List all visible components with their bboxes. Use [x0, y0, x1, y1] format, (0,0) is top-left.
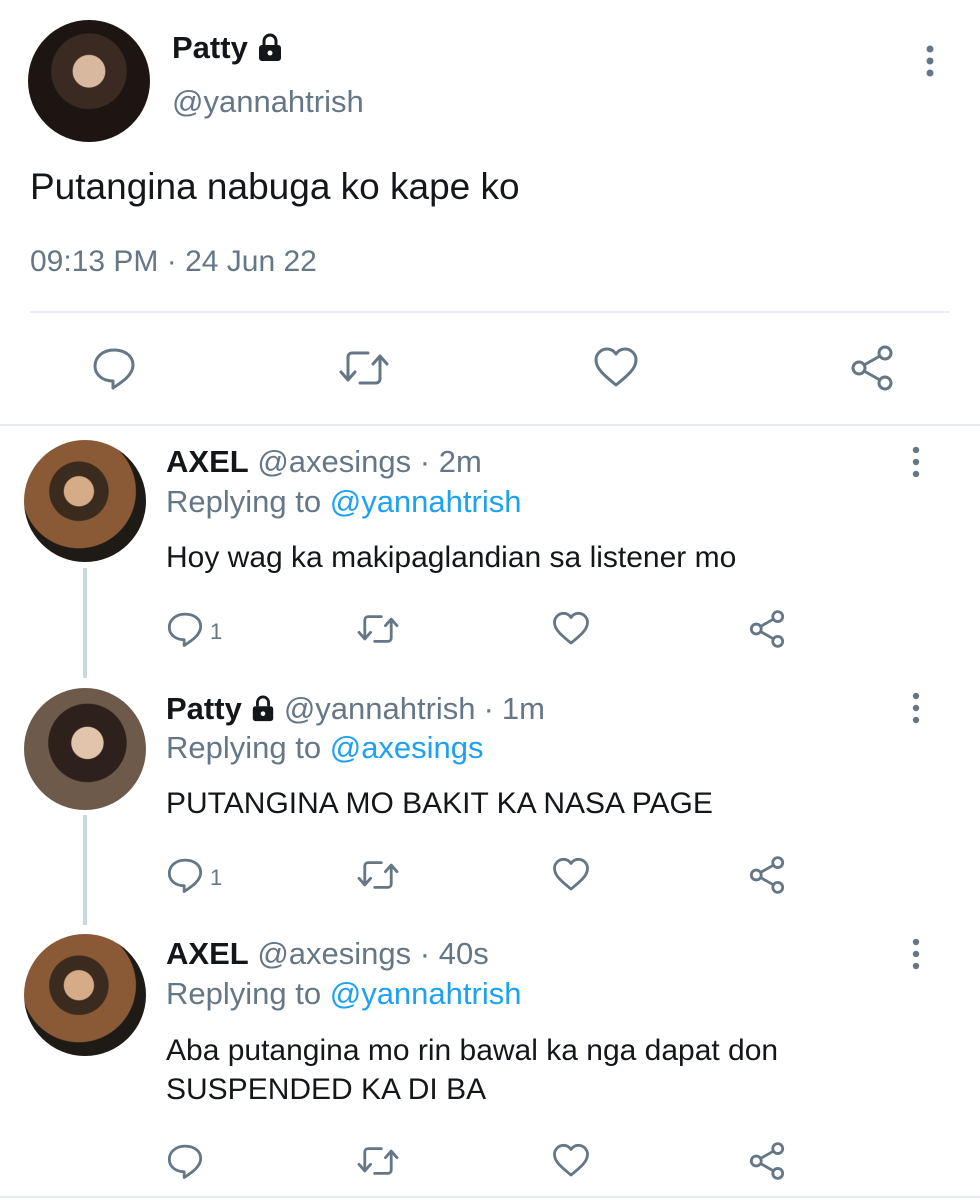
thread-line: [83, 815, 87, 925]
replying-to-mention[interactable]: @yannahtrish: [330, 484, 522, 519]
main-action-bar: [30, 336, 950, 402]
reply-header: AXEL @axesings · 2m: [166, 444, 482, 480]
reply-avatar[interactable]: [24, 688, 146, 810]
divider: [0, 1196, 980, 1198]
section-divider: [0, 424, 980, 426]
reply-author-handle[interactable]: @yannahtrish: [284, 691, 476, 727]
replying-to-mention[interactable]: @axesings: [330, 730, 484, 765]
main-author-handle[interactable]: @yannahtrish: [172, 84, 364, 120]
reply-action-bar: [166, 1138, 816, 1184]
reply-avatar[interactable]: [24, 934, 146, 1056]
reply-icon: [167, 1144, 203, 1179]
reply-author-handle[interactable]: @axesings: [257, 936, 411, 971]
like-icon[interactable]: [552, 606, 590, 652]
divider: [30, 311, 950, 313]
replying-to-mention[interactable]: @yannahtrish: [330, 976, 522, 1011]
replying-to-label: Replying to: [166, 976, 322, 1011]
share-icon[interactable]: [748, 606, 786, 652]
reply-button[interactable]: 1: [166, 852, 222, 898]
like-icon[interactable]: [552, 1138, 590, 1184]
reply-author-name[interactable]: AXEL: [166, 936, 249, 971]
separator: ·: [483, 691, 494, 726]
main-author-avatar[interactable]: [28, 20, 150, 142]
thread-line: [83, 568, 87, 678]
reply-author-handle[interactable]: @axesings: [257, 444, 411, 479]
retweet-icon[interactable]: [356, 1138, 400, 1184]
reply-action-bar: 1: [166, 852, 816, 898]
replying-to: Replying to @axesings: [166, 730, 484, 766]
replying-to: Replying to @yannahtrish: [166, 484, 521, 520]
share-icon[interactable]: [748, 852, 786, 898]
reply-time: 40s: [438, 936, 489, 971]
retweet-icon[interactable]: [338, 342, 390, 394]
reply-text-line: Aba putangina mo rin bawal ka nga dapat …: [166, 1034, 779, 1067]
reply-author-name[interactable]: AXEL: [166, 444, 249, 479]
reply-icon[interactable]: [88, 342, 140, 394]
reply-icon: [167, 612, 203, 647]
reply-time: 1m: [501, 691, 545, 726]
like-icon[interactable]: [590, 342, 642, 394]
reply-time: 2m: [438, 444, 482, 479]
share-icon[interactable]: [748, 1138, 786, 1184]
main-author-name[interactable]: Patty: [172, 30, 248, 66]
replying-to: Replying to @yannahtrish: [166, 976, 521, 1012]
more-icon[interactable]: [906, 692, 926, 724]
reply-count: 1: [210, 865, 223, 890]
separator: ·: [419, 444, 431, 479]
reply-button[interactable]: 1: [166, 606, 222, 652]
reply-avatar[interactable]: [24, 440, 146, 562]
reply-header: Patty @yannahtrish · 1m: [166, 691, 545, 727]
reply-count: 1: [210, 619, 223, 644]
reply-icon: [167, 858, 203, 893]
more-icon[interactable]: [906, 938, 926, 970]
more-icon[interactable]: [906, 446, 926, 478]
like-icon[interactable]: [552, 852, 590, 898]
main-tweet-text: Putangina nabuga ko kape ko: [30, 166, 520, 207]
reply-text: Aba putangina mo rin bawal ka nga dapat …: [166, 1031, 926, 1109]
reply-text: PUTANGINA MO BAKIT KA NASA PAGE: [166, 787, 713, 820]
main-tweet-timestamp: 09:13 PM · 24 Jun 22: [30, 245, 317, 278]
more-icon[interactable]: [916, 44, 944, 78]
retweet-icon[interactable]: [356, 606, 400, 652]
reply-author-name[interactable]: Patty: [166, 691, 242, 727]
replying-to-label: Replying to: [166, 484, 322, 519]
reply-text: Hoy wag ka makipaglandian sa listener mo: [166, 541, 737, 574]
separator: ·: [419, 936, 431, 971]
main-author-name-row[interactable]: Patty: [172, 30, 284, 66]
lock-icon: [250, 695, 276, 723]
reply-header: AXEL @axesings · 40s: [166, 936, 489, 972]
reply-text-line: SUSPENDED KA DI BA: [166, 1073, 487, 1106]
reply-button[interactable]: [166, 1138, 210, 1184]
retweet-icon[interactable]: [356, 852, 400, 898]
replying-to-label: Replying to: [166, 730, 322, 765]
lock-icon: [256, 33, 284, 63]
reply-action-bar: 1: [166, 606, 816, 652]
share-icon[interactable]: [846, 342, 898, 394]
